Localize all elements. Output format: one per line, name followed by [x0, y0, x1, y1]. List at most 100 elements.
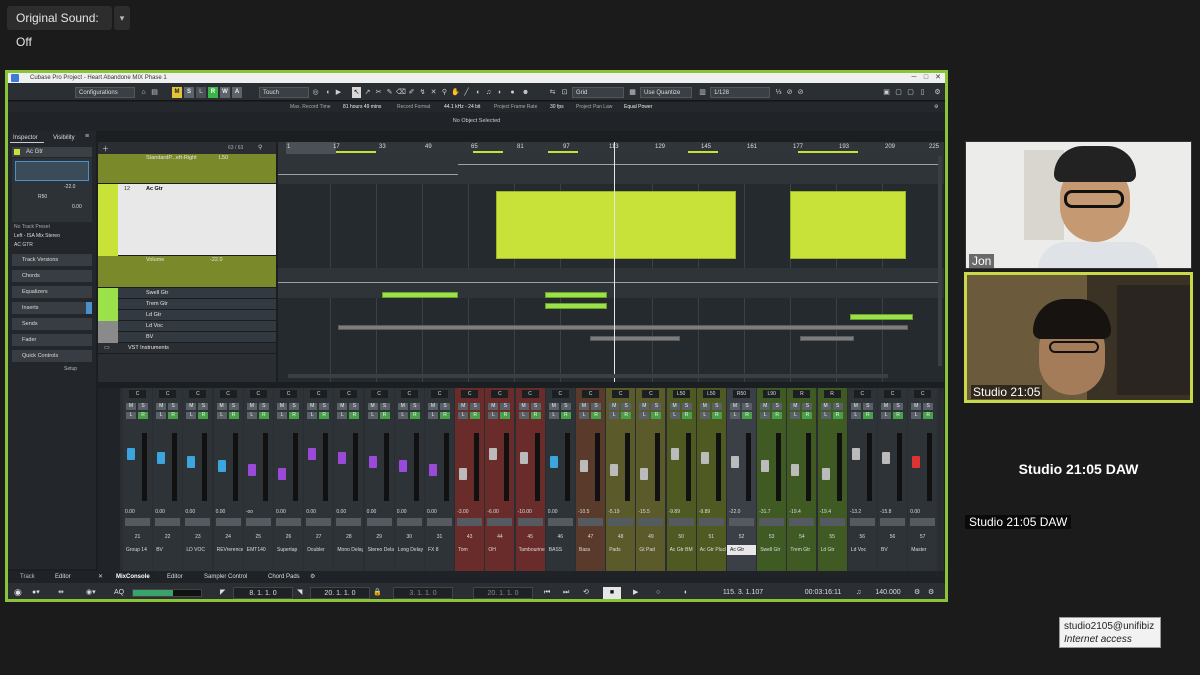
record-monitor-buttons[interactable]: [487, 518, 513, 526]
listen-button[interactable]: L: [246, 412, 257, 419]
nudge-icon[interactable]: ⇆: [548, 87, 557, 98]
settings-icon[interactable]: ⚙: [933, 87, 942, 98]
record-button[interactable]: ○: [656, 583, 660, 599]
listen-button[interactable]: L: [548, 412, 559, 419]
solo-button[interactable]: S: [379, 403, 390, 410]
volume-fader[interactable]: [670, 448, 679, 460]
pan-knob[interactable]: C: [461, 390, 479, 398]
record-monitor-buttons[interactable]: [366, 518, 392, 526]
channel-name[interactable]: BASS: [546, 545, 575, 555]
midi-part-ld-gtr[interactable]: [850, 314, 913, 320]
play-tool-icon[interactable]: ▶: [334, 87, 343, 98]
volume-value[interactable]: 0.00: [427, 509, 452, 515]
glue-tool-icon[interactable]: ✎: [385, 87, 394, 98]
solo-button[interactable]: S: [198, 403, 209, 410]
solo-button[interactable]: S: [893, 403, 903, 410]
mute-button[interactable]: M: [397, 403, 408, 410]
track-row-ld-gtr[interactable]: Ld Gtr: [98, 310, 276, 321]
tab-track[interactable]: Track: [20, 571, 35, 583]
record-mode-icon[interactable]: ◉: [14, 583, 22, 599]
inspector-delay-value[interactable]: 0.00: [72, 204, 82, 210]
record-monitor-buttons[interactable]: [155, 518, 181, 526]
channel-name[interactable]: Tom: [455, 545, 484, 555]
volume-fader[interactable]: [549, 456, 558, 468]
volume-value[interactable]: -9.89: [669, 509, 694, 515]
track-search-icon[interactable]: ⚲: [258, 144, 262, 151]
volume-value[interactable]: -15.8: [880, 509, 905, 515]
channel-name[interactable]: Ac Gtr BM: [667, 545, 696, 555]
listen-button[interactable]: L: [639, 412, 650, 419]
volume-value[interactable]: 0.00: [185, 509, 210, 515]
mute-button[interactable]: M: [911, 403, 922, 410]
read-automation-toggle[interactable]: R: [208, 87, 218, 98]
record-monitor-buttons[interactable]: [517, 518, 543, 526]
mute-toggle[interactable]: M: [172, 87, 182, 98]
solo-button[interactable]: S: [560, 403, 571, 410]
mute-button[interactable]: M: [428, 403, 438, 410]
read-button[interactable]: R: [440, 412, 450, 419]
solo-button[interactable]: S: [651, 403, 662, 410]
frame-rate-value[interactable]: 30 fps: [550, 102, 564, 112]
read-button[interactable]: R: [168, 412, 179, 419]
pan-knob[interactable]: L90: [763, 390, 781, 398]
volume-fader[interactable]: [610, 464, 619, 476]
position-bars-display[interactable]: 115. 3. 1.107: [708, 587, 778, 599]
record-monitor-buttons[interactable]: [578, 518, 603, 526]
pan-automation-lane[interactable]: [278, 154, 944, 184]
tab-mixconsole[interactable]: MixConsole: [116, 571, 150, 583]
mute-button[interactable]: M: [699, 403, 710, 410]
auto-quantize-icon[interactable]: AQ: [114, 583, 124, 599]
pan-knob[interactable]: C: [189, 390, 207, 398]
right-locator-field[interactable]: 20. 1. 1. 0: [310, 587, 370, 599]
channel-name[interactable]: Master: [908, 545, 937, 555]
listen-button[interactable]: L: [126, 412, 136, 419]
listen-button[interactable]: L: [428, 412, 438, 419]
comp-tool-icon[interactable]: ✕: [429, 87, 438, 98]
read-button[interactable]: R: [319, 412, 330, 419]
inspector-button-grid[interactable]: [15, 161, 89, 181]
solo-button[interactable]: S: [258, 403, 269, 410]
inspector-volume-value[interactable]: -22.0: [64, 184, 75, 190]
go-to-start-icon[interactable]: ⏮: [544, 583, 550, 599]
quantize-snap-icon[interactable]: ▥: [698, 87, 707, 98]
solo-button[interactable]: S: [289, 403, 299, 410]
info-settings-icon[interactable]: ⚙: [934, 102, 938, 112]
pan-knob[interactable]: C: [400, 390, 418, 398]
solo-button[interactable]: S: [923, 403, 934, 410]
punch-in-field[interactable]: 3. 1. 1. 0: [393, 587, 453, 599]
original-sound-dropdown-icon[interactable]: ▾: [114, 6, 130, 30]
tempo-track-icon[interactable]: ♫: [856, 583, 861, 599]
listen-button[interactable]: L: [337, 412, 348, 419]
minimize-icon[interactable]: ─: [908, 73, 920, 83]
read-button[interactable]: R: [802, 412, 813, 419]
cycle-range[interactable]: [286, 142, 336, 154]
section-track-versions[interactable]: Track Versions: [12, 254, 92, 266]
solo-button[interactable]: S: [802, 403, 813, 410]
volume-value[interactable]: 0.00: [125, 509, 150, 515]
volume-fader[interactable]: [912, 456, 921, 468]
volume-value[interactable]: -22.0: [729, 509, 754, 515]
channel-name[interactable]: LD VOC: [183, 545, 212, 555]
record-monitor-buttons[interactable]: [427, 518, 452, 526]
solo-button[interactable]: S: [409, 403, 420, 410]
tempo-display[interactable]: 140.000: [868, 587, 908, 599]
color-tool-icon[interactable]: ♫: [484, 87, 493, 98]
mute-button[interactable]: M: [820, 403, 831, 410]
auto-scroll-icon[interactable]: ◎: [311, 87, 320, 98]
read-button[interactable]: R: [349, 412, 360, 419]
volume-fader[interactable]: [791, 464, 800, 476]
quantize-reset-icon[interactable]: ⊘: [796, 87, 805, 98]
click-icon[interactable]: ⇹: [58, 583, 64, 599]
pan-knob[interactable]: C: [249, 390, 267, 398]
volume-fader[interactable]: [187, 456, 196, 468]
midi-part-trem-gtr[interactable]: [545, 303, 607, 309]
volume-value[interactable]: -oo: [246, 509, 271, 515]
record-monitor-buttons[interactable]: [698, 518, 724, 526]
mute-button[interactable]: M: [307, 403, 318, 410]
record-monitor-buttons[interactable]: [849, 518, 875, 526]
setup-link[interactable]: Setup: [64, 366, 77, 372]
volume-fader[interactable]: [700, 452, 709, 464]
mute-button[interactable]: M: [609, 403, 620, 410]
solo-button[interactable]: S: [832, 403, 843, 410]
track-color-swatch[interactable]: [14, 149, 20, 155]
